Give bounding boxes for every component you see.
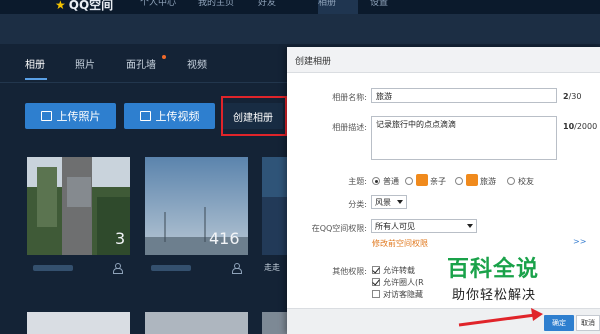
upload-video-label: 上传视频 (155, 110, 200, 123)
album-name-label: 相册名称: (332, 93, 367, 102)
cancel-button[interactable]: 取消 (576, 315, 600, 331)
theme-option-alumni: 校友 (518, 177, 534, 186)
new-dot-badge (162, 55, 166, 59)
allow-tag-checkbox[interactable] (372, 278, 380, 286)
album-desc-counter: 10/2000 (563, 122, 597, 131)
chevron-down-icon (467, 224, 473, 228)
nav-item-my-homepage[interactable]: 我的主页 (198, 0, 248, 14)
watermark-title: 百科全说 (447, 257, 540, 282)
upload-photo-label: 上传照片 (56, 110, 101, 123)
highlight-box (221, 96, 287, 136)
upload-video-button[interactable]: 上传视频 (124, 103, 215, 129)
qzone-logo[interactable]: ★ QQ空间 (55, 0, 113, 13)
travel-icon (466, 174, 478, 186)
album-desc-label: 相册描述: (332, 123, 367, 132)
album-card[interactable] (262, 312, 287, 334)
nav-item-friends[interactable]: 好友 (258, 0, 298, 14)
theme-option-parenting: 亲子 (430, 177, 446, 186)
album-card[interactable] (27, 312, 130, 334)
album-cover-image (262, 157, 287, 255)
allow-repost-label: 允许转载 (383, 266, 415, 275)
category-select[interactable]: 风景 (371, 195, 407, 209)
album-card[interactable] (145, 312, 248, 334)
star-icon: ★ (55, 0, 66, 12)
watermark-subtitle: 助你轻松解决 (452, 288, 537, 303)
photo-count: 3 (115, 229, 126, 248)
album-name-input[interactable]: 旅游 (371, 88, 557, 103)
album-desc-textarea[interactable]: 记录旅行中的点点滴滴 (371, 116, 557, 160)
theme-radio-alumni[interactable] (507, 177, 515, 185)
dialog-header[interactable]: 创建相册 (287, 47, 600, 73)
album-card[interactable]: 416 (145, 157, 248, 255)
chevron-down-icon (397, 200, 403, 204)
visibility-user-icon (113, 263, 123, 274)
permission-label: 在QQ空间权限: (311, 224, 367, 233)
name-max: /30 (568, 92, 582, 101)
allow-repost-checkbox[interactable] (372, 266, 380, 274)
permission-select[interactable]: 所有人可见 (371, 219, 477, 233)
theme-radio-normal[interactable] (372, 177, 380, 185)
child-icon (416, 174, 428, 186)
red-arrow-icon (458, 308, 543, 327)
tab-videos[interactable]: 视频 (187, 56, 207, 71)
category-label: 分类: (348, 200, 367, 209)
nav-item-personal-center[interactable]: 个人中心 (140, 0, 190, 14)
theme-radio-parenting[interactable] (405, 177, 413, 185)
tab-photos[interactable]: 照片 (75, 56, 95, 71)
theme-label: 主题: (348, 177, 367, 186)
album-card[interactable] (262, 157, 287, 255)
permission-link[interactable]: 修改前空间权限 (372, 238, 428, 249)
video-icon (139, 111, 151, 121)
hide-from-visitors-label: 对访客隐藏 (383, 290, 423, 299)
theme-option-normal: 普通 (383, 177, 399, 186)
expand-chevron-icon[interactable]: >> (573, 237, 586, 246)
theme-radio-travel[interactable] (455, 177, 463, 185)
category-value: 风景 (375, 198, 391, 207)
other-permissions-label: 其他权限: (332, 267, 367, 276)
album-card[interactable]: 3 (27, 157, 130, 255)
photo-count: 416 (209, 229, 240, 248)
permission-value: 所有人可见 (375, 222, 415, 231)
desc-max: /2000 (574, 122, 598, 131)
hide-from-visitors-checkbox[interactable] (372, 290, 380, 298)
active-tab-indicator (25, 78, 47, 80)
top-navbar: ★ QQ空间 个人中心 我的主页 好友 相册 设置 (0, 0, 600, 14)
confirm-button[interactable]: 确定 (544, 315, 574, 331)
visibility-user-icon (232, 263, 242, 274)
album-name: 走走 (264, 263, 280, 272)
image-icon (40, 111, 52, 121)
upload-photo-button[interactable]: 上传照片 (25, 103, 116, 129)
nav-item-album[interactable]: 相册 (318, 0, 358, 14)
tab-face-wall[interactable]: 面孔墙 (126, 56, 156, 71)
allow-tag-label: 允许圈人(R (383, 278, 424, 287)
album-name-blurred (151, 265, 191, 271)
album-name-blurred (33, 265, 73, 271)
dialog-title: 创建相册 (295, 57, 332, 67)
nav-item-settings[interactable]: 设置 (370, 0, 410, 14)
desc-count: 10 (563, 122, 575, 131)
tab-albums[interactable]: 相册 (25, 56, 45, 71)
theme-option-travel: 旅游 (480, 177, 496, 186)
album-name-counter: 2/30 (563, 92, 581, 101)
